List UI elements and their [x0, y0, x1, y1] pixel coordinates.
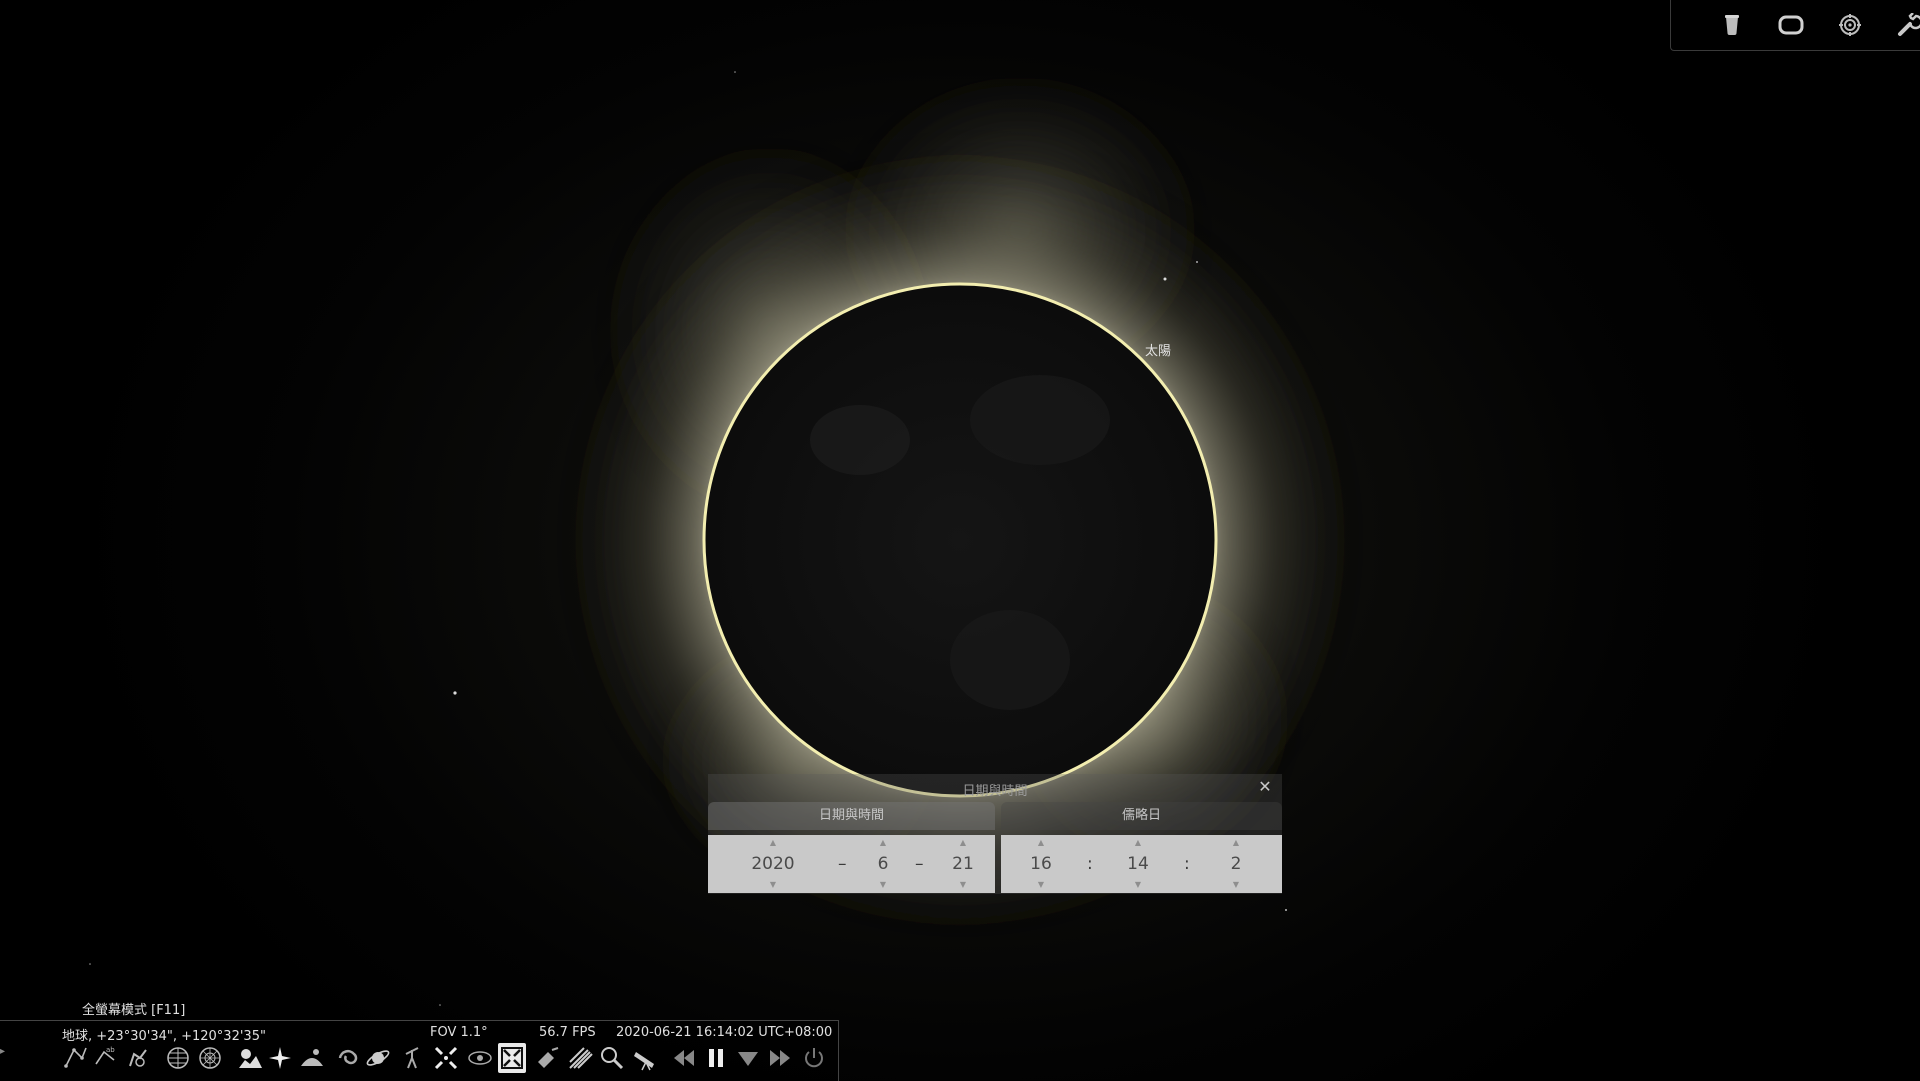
day-down-icon[interactable]: ▼ — [943, 880, 983, 890]
time-separator: : — [1087, 854, 1093, 874]
month-spinner[interactable]: ▲ 6 ▼ — [868, 835, 898, 893]
month-value[interactable]: 6 — [868, 851, 898, 877]
object-label-sun[interactable]: 太陽 — [1145, 340, 1171, 359]
close-icon[interactable]: ✕ — [1256, 778, 1274, 796]
hour-down-icon[interactable]: ▼ — [1021, 880, 1061, 890]
constellation-labels-icon[interactable]: ab — [92, 1043, 120, 1073]
date-time-dialog[interactable]: 日期與時間 ✕ 日期與時間 儒略日 ▲ 2020 ▼ – ▲ 6 ▼ – ▲ 2… — [708, 774, 1282, 894]
constellation-lines-icon[interactable] — [62, 1043, 90, 1073]
ground-icon[interactable] — [236, 1043, 264, 1073]
dialog-title: 日期與時間 — [962, 784, 1028, 799]
wrench-icon[interactable] — [1893, 10, 1920, 40]
day-value[interactable]: 21 — [943, 851, 983, 877]
year-value[interactable]: 2020 — [738, 851, 808, 877]
equatorial-grid-icon[interactable] — [164, 1043, 192, 1073]
azimuthal-grid-icon[interactable] — [196, 1043, 224, 1073]
cardinal-points-icon[interactable] — [266, 1043, 294, 1073]
satellites-icon[interactable] — [534, 1043, 562, 1073]
second-spinner[interactable]: ▲ 2 ▼ — [1216, 835, 1256, 893]
fov-readout[interactable]: FOV 1.1° — [430, 1025, 488, 1040]
hour-up-icon[interactable]: ▲ — [1021, 838, 1061, 848]
fullscreen-icon[interactable] — [498, 1043, 526, 1073]
minute-spinner[interactable]: ▲ 14 ▼ — [1118, 835, 1158, 893]
year-spinner[interactable]: ▲ 2020 ▼ — [738, 835, 808, 893]
hour-spinner[interactable]: ▲ 16 ▼ — [1021, 835, 1061, 893]
mount-toggle-icon[interactable] — [398, 1043, 426, 1073]
meteor-showers-icon[interactable] — [566, 1043, 594, 1073]
time-separator: : — [1184, 854, 1190, 874]
minute-value[interactable]: 14 — [1118, 851, 1158, 877]
month-up-icon[interactable]: ▲ — [868, 838, 898, 848]
fps-readout[interactable]: 56.7 FPS — [539, 1025, 596, 1040]
year-down-icon[interactable]: ▼ — [738, 880, 808, 890]
center-selected-icon[interactable] — [432, 1043, 460, 1073]
datetime-readout[interactable]: 2020-06-21 16:14:02 UTC+08:00 — [616, 1025, 832, 1040]
time-row: ▲ 16 ▼ : ▲ 14 ▼ : ▲ 2 ▼ — [1001, 835, 1282, 893]
day-up-icon[interactable]: ▲ — [943, 838, 983, 848]
target-icon[interactable] — [1834, 10, 1866, 40]
minute-down-icon[interactable]: ▼ — [1118, 880, 1158, 890]
telescope-icon[interactable] — [632, 1043, 660, 1073]
top-right-toolbar — [1670, 0, 1920, 51]
pause-icon[interactable] — [702, 1043, 730, 1073]
month-down-icon[interactable]: ▼ — [868, 880, 898, 890]
increase-speed-icon[interactable] — [766, 1043, 794, 1073]
day-spinner[interactable]: ▲ 21 ▼ — [943, 835, 983, 893]
night-mode-icon[interactable] — [466, 1043, 494, 1073]
hour-value[interactable]: 16 — [1021, 851, 1061, 877]
search-icon[interactable] — [598, 1043, 626, 1073]
date-separator: – — [915, 854, 924, 874]
sky-view[interactable]: 太陽 — [0, 0, 1920, 1080]
tab-julian-day[interactable]: 儒略日 — [1001, 802, 1282, 830]
constellation-art-icon[interactable] — [124, 1043, 152, 1073]
date-separator: – — [838, 854, 847, 874]
bottom-toolbar: 地球, +23°30'34", +120°32'35" FOV 1.1° 56.… — [0, 1020, 839, 1081]
minute-up-icon[interactable]: ▲ — [1118, 838, 1158, 848]
planet-labels-icon[interactable] — [364, 1043, 392, 1073]
second-down-icon[interactable]: ▼ — [1216, 880, 1256, 890]
tab-date-time[interactable]: 日期與時間 — [708, 802, 995, 830]
nebulae-icon[interactable] — [334, 1043, 362, 1073]
now-icon[interactable] — [734, 1043, 762, 1073]
fullscreen-hint: 全螢幕模式 [F11] — [82, 1003, 186, 1018]
window-icon[interactable] — [1775, 10, 1807, 40]
toolbar-expand-icon[interactable]: ▸ — [0, 1046, 8, 1064]
eclipse-illustration — [89, 40, 1380, 1006]
svg-text:ab: ab — [106, 1046, 115, 1054]
second-up-icon[interactable]: ▲ — [1216, 838, 1256, 848]
date-row: ▲ 2020 ▼ – ▲ 6 ▼ – ▲ 21 ▼ — [708, 835, 995, 893]
decrease-speed-icon[interactable] — [670, 1043, 698, 1073]
quit-icon[interactable] — [800, 1043, 828, 1073]
second-value[interactable]: 2 — [1216, 851, 1256, 877]
bucket-icon[interactable] — [1716, 10, 1748, 40]
atmosphere-icon[interactable] — [298, 1043, 326, 1073]
year-up-icon[interactable]: ▲ — [738, 838, 808, 848]
location-readout[interactable]: 地球, +23°30'34", +120°32'35" — [62, 1025, 266, 1044]
